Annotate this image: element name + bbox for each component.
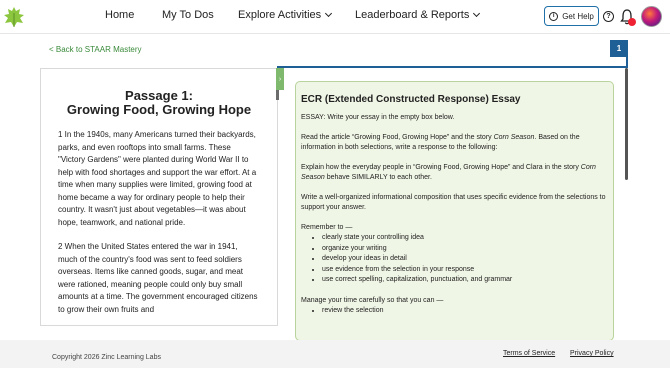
list-item: develop your ideas in detail — [322, 254, 609, 265]
ecr-title: ECR (Extended Constructed Response) Essa… — [301, 94, 521, 105]
passage-title: Passage 1: Growing Food, Growing Hope — [41, 89, 277, 117]
nav-home[interactable]: Home — [105, 9, 134, 21]
ecr-read-prompt: Read the article “Growing Food, Growing … — [301, 133, 609, 153]
ecr-explain-text-a: Explain how the everyday people in “Grow… — [301, 164, 581, 171]
help-question-icon[interactable]: ? — [603, 11, 614, 22]
passage-title-line2: Growing Food, Growing Hope — [66, 102, 252, 117]
page-tab-1[interactable]: 1 — [610, 40, 628, 57]
chevron-down-icon — [325, 9, 333, 18]
scrollbar[interactable] — [625, 68, 628, 180]
list-item: clearly state your controlling idea — [322, 233, 609, 244]
ecr-manage-heading: Manage your time carefully so that you c… — [301, 296, 444, 304]
expand-panel-icon[interactable]: › — [276, 68, 284, 90]
privacy-policy-link[interactable]: Privacy Policy — [570, 350, 614, 357]
list-item: review the selection — [322, 306, 609, 317]
ecr-prompt-panel: ECR (Extended Constructed Response) Essa… — [295, 81, 614, 341]
ecr-read-story-title: Corn Season — [493, 134, 535, 141]
passage-title-line1: Passage 1: — [125, 88, 193, 103]
panel-top-border — [277, 66, 628, 68]
ecr-read-text-a: Read the article “Growing Food, Growing … — [301, 134, 494, 141]
terms-of-service-link[interactable]: Terms of Service — [503, 350, 555, 357]
copyright-text: Copyright 2026 Zinc Learning Labs — [52, 354, 161, 361]
get-help-label: Get Help — [562, 11, 594, 21]
passage-paragraph-1: 1 In the 1940s, many Americans turned th… — [58, 130, 257, 227]
passage-paragraph-2: 2 When the United States entered the war… — [58, 242, 258, 314]
ecr-explain-text-b: behave SIMILARLY to each other. — [324, 174, 432, 181]
list-item: use evidence from the selection in your … — [322, 265, 609, 276]
top-navbar: Home My To Dos Explore Activities Leader… — [0, 0, 670, 34]
ecr-remember-list: clearly state your controlling idea orga… — [322, 233, 609, 286]
tab-connector — [626, 57, 628, 67]
nav-leaderboard[interactable]: Leaderboard & Reports — [355, 9, 481, 21]
ecr-instructions: ESSAY: Write your essay in the empty box… — [301, 114, 455, 121]
ecr-write-prompt: Write a well-organized informational com… — [301, 194, 606, 211]
chevron-down-icon — [473, 9, 481, 18]
nav-explore[interactable]: Explore Activities — [238, 9, 333, 21]
list-item: organize your writing — [322, 244, 609, 255]
passage-panel: Passage 1: Growing Food, Growing Hope 1 … — [40, 68, 278, 326]
nav-leaderboard-label: Leaderboard & Reports — [355, 9, 470, 21]
nav-todos[interactable]: My To Dos — [162, 9, 214, 21]
back-to-mastery-link[interactable]: < Back to STAAR Mastery — [49, 45, 142, 54]
notification-badge — [628, 18, 636, 26]
ecr-manage-list: review the selection — [322, 306, 609, 317]
ecr-explain-prompt: Explain how the everyday people in “Grow… — [301, 163, 609, 183]
info-icon: i — [549, 11, 559, 21]
get-help-button[interactable]: i Get Help — [544, 6, 599, 26]
ecr-remember-heading: Remember to — — [301, 224, 353, 231]
nav-explore-label: Explore Activities — [238, 9, 322, 21]
leaf-logo-icon[interactable] — [2, 5, 26, 29]
avatar[interactable] — [641, 6, 662, 27]
list-item: use correct spelling, capitalization, pu… — [322, 275, 609, 286]
